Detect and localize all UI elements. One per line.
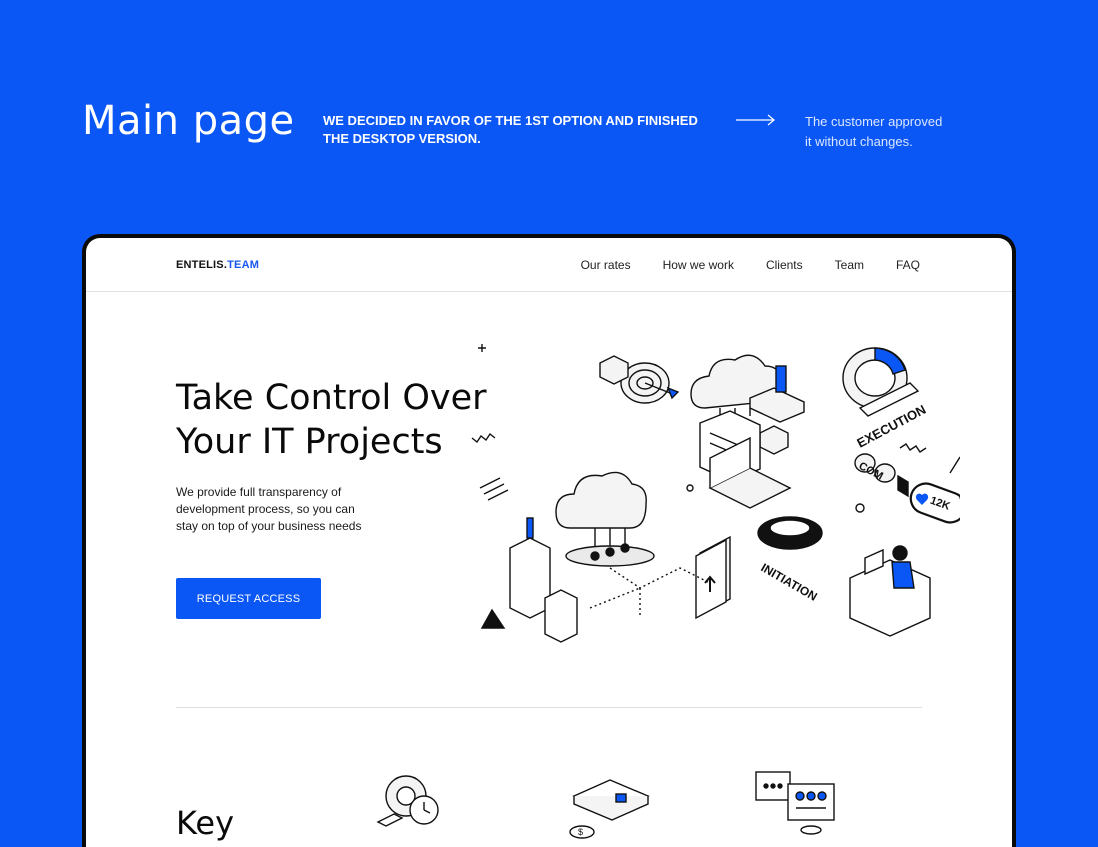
section-divider bbox=[176, 707, 922, 708]
logo-prefix: ENTELIS. bbox=[176, 259, 228, 271]
result-line-2: it without changes. bbox=[805, 134, 913, 149]
nav-faq[interactable]: FAQ bbox=[896, 258, 920, 272]
cloud-icon bbox=[555, 471, 655, 567]
page-title: Main page bbox=[82, 98, 295, 144]
request-access-button[interactable]: REQUEST ACCESS bbox=[176, 578, 321, 619]
nav-how-we-work[interactable]: How we work bbox=[663, 258, 734, 272]
arrow-right-icon bbox=[736, 114, 775, 126]
initiation-label: INITIATION bbox=[759, 560, 820, 603]
svg-text:$: $ bbox=[578, 827, 583, 837]
target-icon bbox=[599, 355, 680, 404]
nav-team[interactable]: Team bbox=[835, 258, 864, 272]
server-tower-icon bbox=[509, 517, 578, 643]
initiation-token-icon bbox=[757, 516, 823, 550]
hero-title-line-1: Take Control Over bbox=[176, 378, 487, 418]
nav-our-rates[interactable]: Our rates bbox=[581, 258, 631, 272]
site-logo[interactable]: ENTELIS.TEAM bbox=[176, 259, 259, 271]
nav-clients[interactable]: Clients bbox=[766, 258, 803, 272]
result-line-1: The customer approved bbox=[805, 114, 943, 129]
page-note: WE DECIDED IN FAVOR OF THE 1ST OPTION AN… bbox=[323, 113, 698, 146]
gear-clock-icon bbox=[376, 775, 439, 827]
section-title: Key bbox=[176, 804, 235, 842]
hero-description: We provide full transparency of developm… bbox=[176, 485, 362, 533]
isometric-illustration: EXECUTION COM 12K INITIATION bbox=[471, 344, 960, 643]
customer-result: The customer approved it without changes… bbox=[805, 112, 975, 152]
wallet-coin-icon: $ bbox=[569, 779, 650, 839]
worker-at-desk-icon bbox=[849, 545, 931, 637]
logo-suffix: TEAM bbox=[227, 259, 260, 271]
laptop-icon bbox=[699, 410, 792, 509]
phone-upload-icon bbox=[695, 535, 731, 620]
site-navbar: ENTELIS.TEAM Our rates How we work Clien… bbox=[86, 238, 1012, 292]
hero-title-line-2: Your IT Projects bbox=[176, 422, 443, 462]
chat-monitor-icon bbox=[755, 771, 835, 835]
nav-links: Our rates How we work Clients Team FAQ bbox=[581, 258, 920, 272]
website-mockup: ENTELIS.TEAM Our rates How we work Clien… bbox=[82, 234, 1016, 847]
execution-dial-icon bbox=[842, 347, 920, 417]
